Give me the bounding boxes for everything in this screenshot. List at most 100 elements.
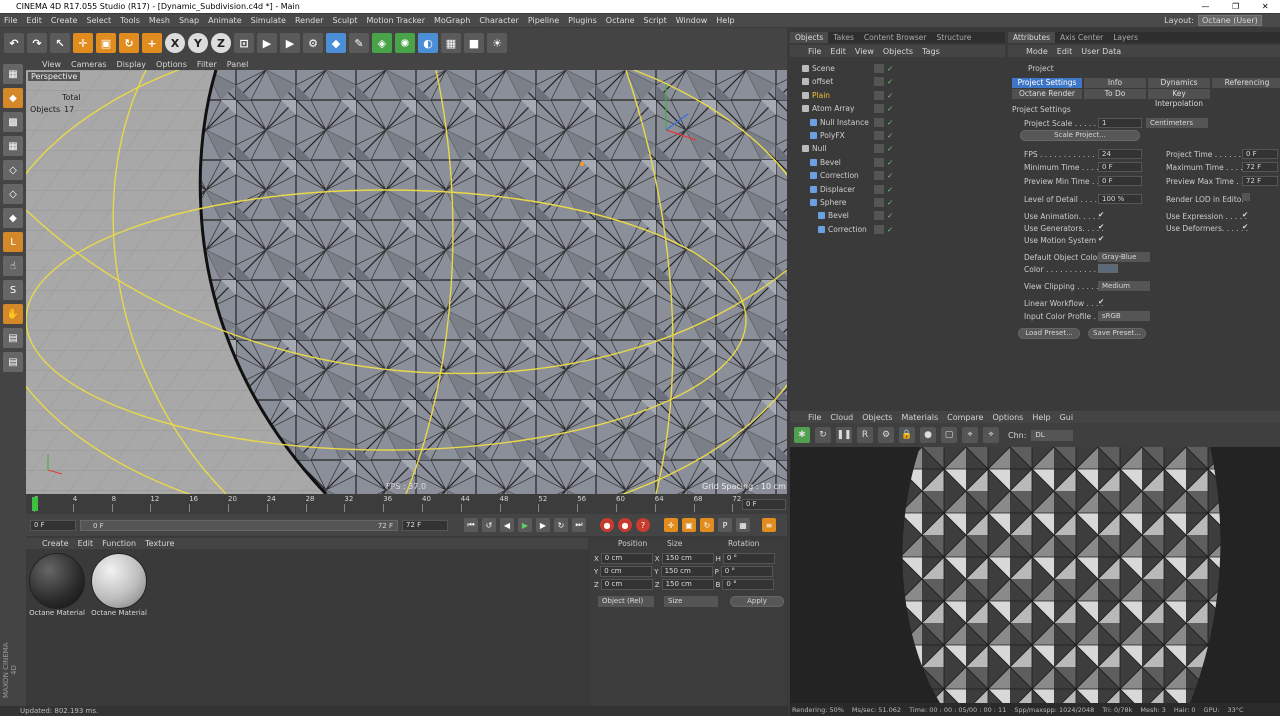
layout-dropdown[interactable]: Octane (User) [1198, 15, 1262, 26]
key-parameter-icon[interactable]: P [718, 518, 732, 532]
cube-icon[interactable]: ◆ [326, 33, 346, 53]
attr-tab-key-interpolation[interactable]: Key Interpolation [1148, 89, 1210, 108]
attr-tab-octane-render[interactable]: Octane Render [1012, 89, 1082, 99]
fps-field[interactable]: 24 [1098, 149, 1142, 159]
object-row[interactable]: Bevel ✓ [790, 209, 1005, 222]
timeline-window-icon[interactable]: ≡ [762, 518, 776, 532]
use-generators-checkbox[interactable]: ✔ [1098, 222, 1104, 231]
playhead[interactable] [32, 497, 38, 511]
enabled-check-icon[interactable]: ✓ [887, 62, 893, 75]
points-mode-icon[interactable]: ◇ [3, 160, 23, 180]
enabled-check-icon[interactable]: ✓ [887, 102, 893, 115]
menu-file[interactable]: File [4, 16, 17, 25]
object-row[interactable]: Correction ✓ [790, 169, 1005, 182]
timeline-ruler[interactable]: 04812162024283236404448525660646872 0 F [26, 494, 787, 514]
polygons-mode-icon[interactable]: ◆ [3, 208, 23, 228]
octane-menu-options[interactable]: Options [992, 413, 1023, 422]
visibility-toggle[interactable] [874, 157, 884, 167]
coord-rot-field[interactable]: 0 ° [722, 579, 775, 590]
menu-render[interactable]: Render [295, 16, 323, 25]
move-icon[interactable]: ✛ [73, 33, 93, 53]
material-item[interactable]: Octane Material [90, 553, 148, 621]
recent-tool-icon[interactable]: + [142, 33, 162, 53]
camera-label[interactable]: Perspective [28, 72, 81, 81]
redo-icon[interactable]: ↷ [27, 33, 47, 53]
axis-mode-icon[interactable]: L [3, 232, 23, 252]
menu-select[interactable]: Select [86, 16, 111, 25]
z-axis-icon[interactable]: Z [211, 33, 231, 53]
settings-gear-icon[interactable]: ⚙ [878, 427, 894, 443]
y-axis-icon[interactable]: Y [188, 33, 208, 53]
prev-key-icon[interactable]: ↺ [482, 518, 496, 532]
octane-menu-file[interactable]: File [808, 413, 821, 422]
planar-workplane-icon[interactable]: ▤ [3, 328, 23, 348]
material-menu-function[interactable]: Function [102, 539, 136, 548]
snap-icon[interactable]: S [3, 280, 23, 300]
deformer-icon[interactable]: ◐ [418, 33, 438, 53]
material-item[interactable]: Octane Material [28, 553, 86, 621]
object-row[interactable]: Correction ✓ [790, 223, 1005, 236]
render-lod-checkbox[interactable] [1242, 193, 1250, 201]
object-row[interactable]: Atom Array ✓ [790, 102, 1005, 115]
pen-spline-icon[interactable]: ✎ [349, 33, 369, 53]
visibility-toggle[interactable] [874, 90, 884, 100]
visibility-toggle[interactable] [874, 198, 884, 207]
restart-icon[interactable]: ↻ [815, 427, 831, 443]
object-row[interactable]: Scene ✓ [790, 62, 1005, 75]
key-pla-icon[interactable]: ▦ [736, 518, 750, 532]
object-row[interactable]: Sphere ✓ [790, 196, 1005, 209]
object-row[interactable]: Null ✓ [790, 142, 1005, 155]
octane-menu-compare[interactable]: Compare [947, 413, 983, 422]
pick-material-icon[interactable]: ⌖ [983, 427, 999, 443]
range-slider[interactable]: 0 F 72 F [80, 519, 398, 531]
menu-motion-tracker[interactable]: Motion Tracker [366, 16, 425, 25]
prev-frame-icon[interactable]: ◀ [500, 518, 514, 532]
lod-field[interactable]: 100 % [1098, 194, 1142, 204]
attr-tab-referencing[interactable]: Referencing [1212, 78, 1280, 88]
octane-menu-gui[interactable]: Gui [1060, 413, 1074, 422]
menu-edit[interactable]: Edit [26, 16, 42, 25]
project-time-field[interactable]: 0 F [1242, 149, 1278, 159]
default-color-dropdown[interactable]: Gray-Blue [1098, 252, 1150, 262]
menu-plugins[interactable]: Plugins [568, 16, 597, 25]
enabled-check-icon[interactable]: ✓ [887, 196, 893, 209]
obj-menu-file[interactable]: File [808, 47, 821, 56]
pick-focus-icon[interactable]: ⌖ [962, 427, 978, 443]
coord-pos-field[interactable]: 0 cm [600, 579, 653, 590]
lock-workplane-icon[interactable]: ✋ [3, 304, 23, 324]
edges-mode-icon[interactable]: ◇ [3, 184, 23, 204]
octane-render-icon[interactable]: ✱ [794, 427, 810, 443]
attr-menu-edit[interactable]: Edit [1057, 47, 1073, 56]
channel-dropdown[interactable]: DL [1031, 429, 1074, 441]
menu-window[interactable]: Window [676, 16, 708, 25]
viewport-menu-view[interactable]: View [42, 60, 61, 69]
clay-mode-icon[interactable]: ▢ [941, 427, 957, 443]
menu-character[interactable]: Character [479, 16, 519, 25]
size-mode-dropdown[interactable]: Size [664, 596, 718, 607]
key-position-icon[interactable]: ✛ [664, 518, 678, 532]
menu-mograph[interactable]: MoGraph [434, 16, 470, 25]
object-row[interactable]: Displacer ✓ [790, 183, 1005, 196]
load-preset-button[interactable]: Load Preset... [1018, 328, 1080, 339]
menu-sculpt[interactable]: Sculpt [332, 16, 357, 25]
attr-menu-user-data[interactable]: User Data [1081, 47, 1121, 56]
visibility-toggle[interactable] [874, 224, 884, 234]
preview-min-field[interactable]: 0 F [1098, 176, 1142, 186]
enabled-check-icon[interactable]: ✓ [887, 169, 893, 182]
use-deformers-checkbox[interactable]: ✔ [1242, 222, 1248, 231]
attr-tab-dynamics[interactable]: Dynamics [1148, 78, 1210, 88]
visibility-toggle[interactable] [874, 117, 884, 127]
edit-render-settings-icon[interactable]: ⚙ [303, 33, 323, 53]
visibility-toggle[interactable] [874, 144, 884, 154]
maximize-icon[interactable]: ❐ [1232, 0, 1239, 13]
menu-snap[interactable]: Snap [179, 16, 199, 25]
obj-menu-view[interactable]: View [855, 47, 874, 56]
play-icon[interactable]: ▶ [518, 518, 532, 532]
object-row[interactable]: offset ✓ [790, 75, 1005, 88]
goto-end-icon[interactable]: ⏭ [572, 518, 586, 532]
floor-icon[interactable]: ▦ [441, 33, 461, 53]
light-icon[interactable]: ☀ [487, 33, 507, 53]
menu-script[interactable]: Script [644, 16, 667, 25]
object-row[interactable]: PolyFX ✓ [790, 129, 1005, 142]
min-time-field[interactable]: 0 F [1098, 162, 1142, 172]
